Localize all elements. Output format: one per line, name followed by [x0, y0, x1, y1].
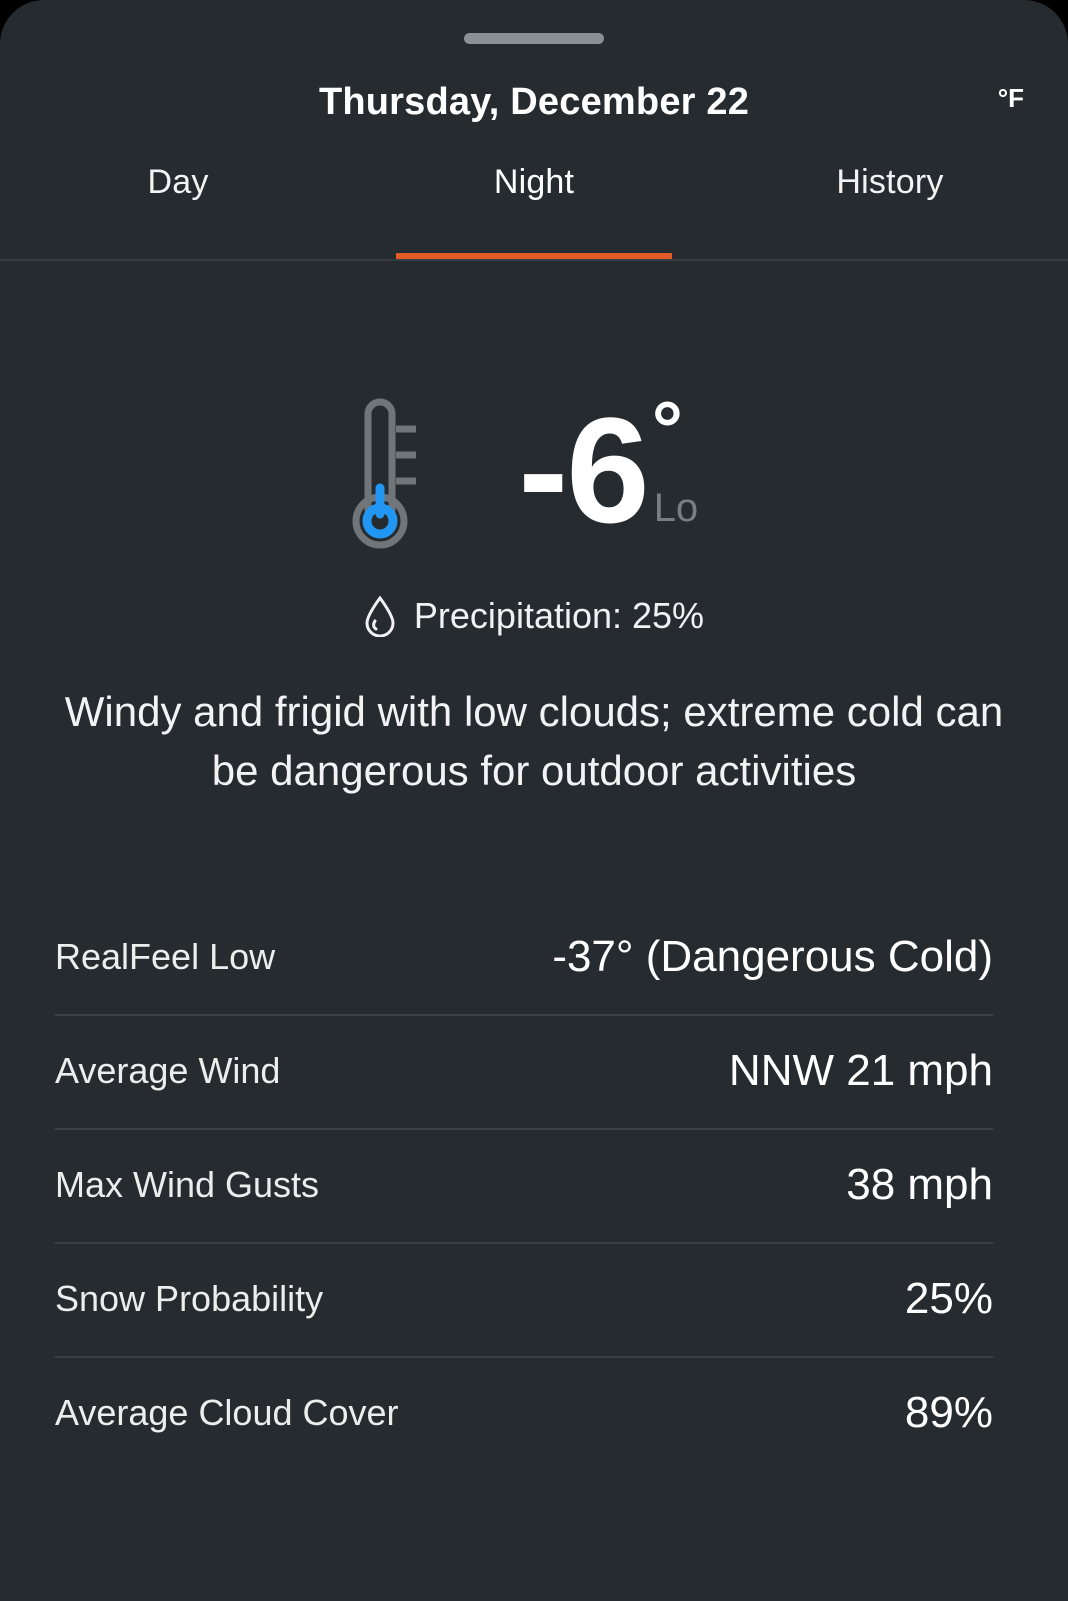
weather-detail-sheet: Thursday, December 22 °F Day Night Histo… — [0, 0, 1068, 1601]
detail-label: Max Wind Gusts — [55, 1164, 320, 1205]
detail-value: NNW 21 mph — [728, 1046, 993, 1095]
detail-value: 25% — [904, 1274, 993, 1323]
detail-value: 89% — [904, 1388, 993, 1437]
detail-value: -37° (Dangerous Cold) — [552, 932, 993, 981]
detail-label: Average Wind — [55, 1050, 281, 1091]
precipitation-row: Precipitation: 25% — [0, 586, 1068, 646]
water-drop-icon — [364, 595, 396, 638]
tab-night-label: Night — [493, 163, 575, 201]
tab-history-label: History — [836, 163, 944, 201]
unit-toggle-button[interactable]: °F — [998, 64, 1024, 132]
temperature-superscript: ° Lo — [648, 385, 718, 545]
precipitation-text: Precipitation: 25% — [413, 595, 705, 636]
temperature-value: -6 — [518, 386, 649, 554]
tab-bar: Day Night History — [0, 152, 1068, 260]
weather-phrase: Windy and frigid with low clouds; extrem… — [64, 688, 1004, 794]
tab-day[interactable]: Day — [0, 152, 356, 260]
tab-day-label: Day — [147, 163, 209, 201]
temperature-block: -6 ° Lo — [0, 380, 1068, 560]
sheet-drag-handle-area[interactable] — [0, 0, 1068, 58]
detail-label: RealFeel Low — [55, 936, 276, 977]
detail-label: Average Cloud Cover — [55, 1392, 399, 1433]
tab-bar-divider — [0, 259, 1068, 261]
tab-history[interactable]: History — [712, 152, 1068, 260]
table-row: Average Wind NNW 21 mph — [55, 1014, 993, 1128]
table-row: Max Wind Gusts 38 mph — [55, 1128, 993, 1242]
drag-handle[interactable] — [464, 32, 604, 44]
table-row: RealFeel Low -37° (Dangerous Cold) — [55, 900, 993, 1014]
table-row: Snow Probability 25% — [55, 1242, 993, 1356]
temperature-lo-label: Lo — [653, 486, 699, 530]
detail-value: 38 mph — [846, 1160, 993, 1209]
degree-symbol: ° — [651, 385, 683, 473]
table-row: Average Cloud Cover 89% — [55, 1356, 993, 1470]
page-title: Thursday, December 22 — [318, 81, 750, 123]
tab-night[interactable]: Night — [356, 152, 712, 260]
detail-label: Snow Probability — [55, 1278, 324, 1319]
details-list: RealFeel Low -37° (Dangerous Cold) Avera… — [55, 900, 993, 1470]
temperature-readout: -6 ° Lo — [518, 385, 718, 554]
header: Thursday, December 22 °F — [0, 64, 1068, 140]
thermometer-icon — [350, 392, 422, 552]
